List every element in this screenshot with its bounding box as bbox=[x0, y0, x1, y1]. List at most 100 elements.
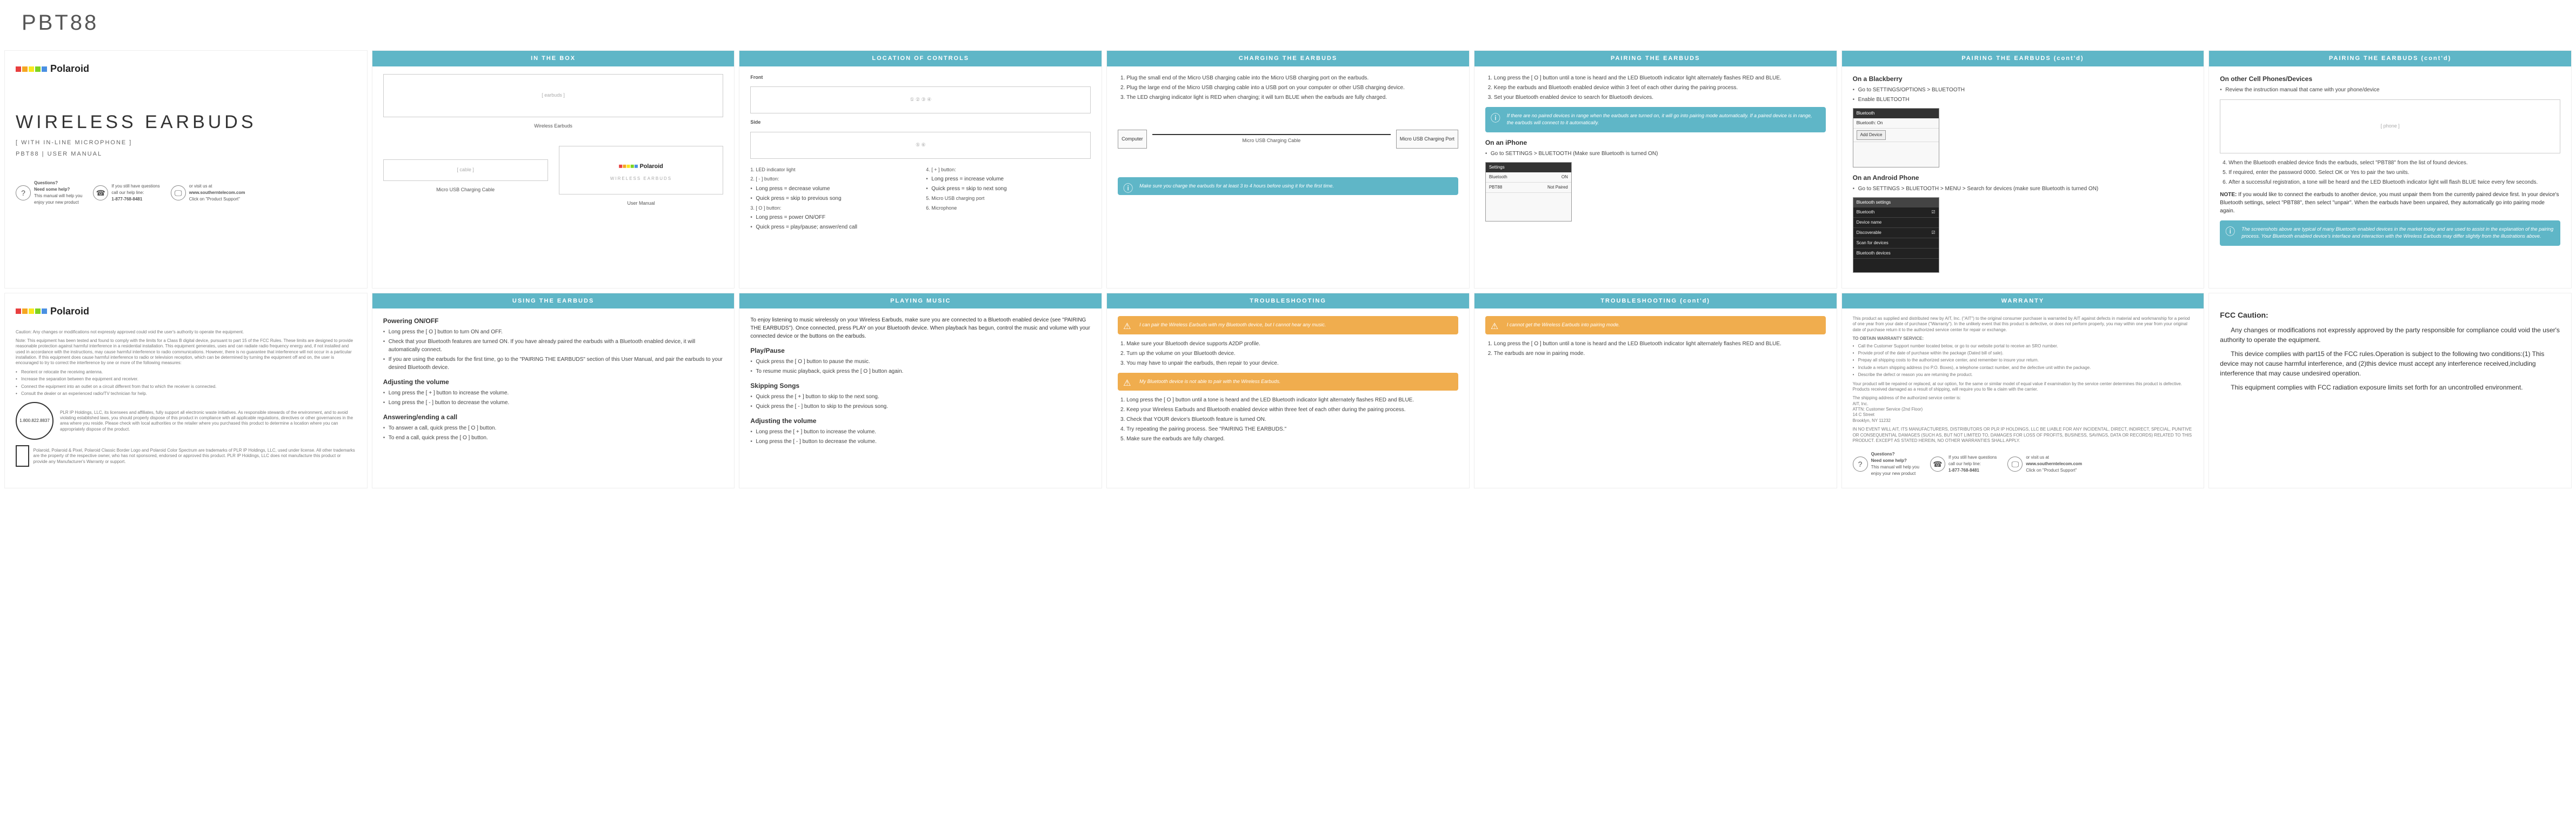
t3-s2: The earbuds are now in pairing mode. bbox=[1494, 350, 1826, 358]
question-icon: ? bbox=[16, 185, 31, 200]
earbuds-illustration: [ earbuds ] bbox=[383, 74, 724, 117]
call-i1: To answer a call, quick press the [ O ] … bbox=[383, 424, 724, 432]
header-playing: PLAYING MUSIC bbox=[739, 293, 1102, 309]
ctrl-6: 6. Microphone bbox=[926, 205, 1091, 212]
recycle-icon: 1.800.822.8837 bbox=[16, 402, 54, 440]
panel-fcc: FCC Caution: Any changes or modification… bbox=[2208, 293, 2572, 489]
fcc-title: FCC Caution: bbox=[2220, 310, 2560, 321]
help-line1: Need some help? bbox=[34, 186, 82, 193]
t2-s5: Make sure the earbuds are fully charged. bbox=[1126, 435, 1458, 443]
panel-charging: CHARGING THE EARBUDS Plug the small end … bbox=[1106, 50, 1470, 288]
charge-step-2: Plug the large end of the Micro USB char… bbox=[1126, 84, 1458, 92]
skip-i2: Quick press the [ - ] button to skip to … bbox=[750, 402, 1091, 411]
android-screenshot: Bluetooth settings Bluetooth☑ Device nam… bbox=[1853, 197, 1939, 273]
panel-trouble-2: TROUBLESHOOTING (cont'd) I cannot get th… bbox=[1474, 293, 1837, 489]
charge-step-3: The LED charging indicator light is RED … bbox=[1126, 93, 1458, 102]
polaroid-frame-icon bbox=[16, 445, 29, 467]
power-title: Powering ON/OFF bbox=[383, 316, 724, 326]
ctrl-3a: Long press = power ON/OFF bbox=[750, 213, 915, 222]
warranty-disclaim: IN NO EVENT WILL AIT, ITS MANUFACTURERS,… bbox=[1853, 427, 2193, 444]
charging-diagram: Computer Micro USB Charging Cable Micro … bbox=[1118, 107, 1458, 172]
brand-name: Polaroid bbox=[50, 62, 89, 76]
ctrl-1: 1. LED indicator light bbox=[750, 166, 915, 174]
help-block: ? Questions? Need some help? This manual… bbox=[16, 180, 82, 206]
pp-i1: Quick press the [ O ] button to pause th… bbox=[750, 358, 1091, 366]
header-pairing: PAIRING THE EARBUDS bbox=[1474, 51, 1837, 66]
other-title: On other Cell Phones/Devices bbox=[2220, 74, 2560, 84]
header-in-box: IN THE BOX bbox=[372, 51, 735, 66]
brand-name-2: Polaroid bbox=[50, 304, 89, 319]
android-r2: Device name bbox=[1857, 219, 1882, 226]
charge-step-1: Plug the small end of the Micro USB char… bbox=[1126, 74, 1458, 82]
model-line: PBT88 | USER MANUAL bbox=[16, 150, 356, 159]
vol-i1: Long press the [ + ] button to increase … bbox=[383, 389, 724, 397]
header-warranty: WARRANTY bbox=[1842, 293, 2204, 309]
iphone-ui-bt: Bluetooth bbox=[1489, 174, 1507, 180]
bb-screenshot: Bluetooth Bluetooth: On Add Device bbox=[1853, 108, 1939, 167]
trouble-w2: My Bluetooth device is not able to pair … bbox=[1118, 373, 1458, 391]
ctrl-4: 4. [ + ] button: bbox=[926, 166, 1091, 174]
bb-add-btn: Add Device bbox=[1857, 130, 1886, 140]
power-i2: Check that your Bluetooth features are t… bbox=[383, 338, 724, 354]
warranty-p2: Your product will be repaired or replace… bbox=[1853, 381, 2193, 393]
android-ui-title: Bluetooth settings bbox=[1853, 198, 1939, 207]
warranty-obtain-title: TO OBTAIN WARRANTY SERVICE: bbox=[1853, 336, 2193, 341]
help-line3: enjoy your new product bbox=[34, 199, 82, 206]
ctrl-2a: Long press = decrease volume bbox=[750, 185, 915, 193]
t1-s1: Make sure your Bluetooth device supports… bbox=[1126, 340, 1458, 348]
header-controls: LOCATION OF CONTROLS bbox=[739, 51, 1102, 66]
trouble-w1: I can pair the Wireless Earbuds with my … bbox=[1118, 316, 1458, 334]
label-front: Front bbox=[750, 74, 1091, 82]
pair3-s6: After a successful registration, a tone … bbox=[2228, 178, 2560, 186]
side-diagram: ⑤ ⑥ bbox=[750, 132, 1091, 159]
panel-trouble: TROUBLESHOOTING I can pair the Wireless … bbox=[1106, 293, 1470, 489]
header-pairing-3: PAIRING THE EARBUDS (cont'd) bbox=[2209, 51, 2571, 66]
call-i2: To end a call, quick press the [ O ] but… bbox=[383, 434, 724, 442]
phone-icon: ☎ bbox=[93, 185, 108, 200]
android-r1: Bluetooth bbox=[1857, 209, 1875, 216]
help-block-2: ? Questions? Need some help? This manual… bbox=[1853, 451, 1919, 477]
phone-line1: If you still have questions bbox=[111, 183, 159, 190]
manual-illustration: Polaroid WIRELESS EARBUDS bbox=[559, 146, 724, 194]
model-code: PBT88 bbox=[0, 0, 2576, 46]
t2-s2: Keep your Wireless Earbuds and Bluetooth… bbox=[1126, 406, 1458, 414]
web-line1: or visit us at bbox=[189, 183, 245, 190]
port-box: Micro USB Charging Port bbox=[1396, 130, 1458, 149]
panel-pairing: PAIRING THE EARBUDS Long press the [ O ]… bbox=[1474, 50, 1837, 288]
panel-warranty: WARRANTY This product as supplied and di… bbox=[1841, 293, 2205, 489]
panel-legal: Polaroid Caution: Any changes or modific… bbox=[4, 293, 368, 489]
pair3-s4: When the Bluetooth enabled device finds … bbox=[2228, 159, 2560, 167]
computer-box: Computer bbox=[1118, 130, 1147, 149]
fcc-p1: Any changes or modifications not express… bbox=[2220, 325, 2560, 345]
pair-step-1: Long press the [ O ] button until a tone… bbox=[1494, 74, 1826, 82]
phone-icon-2: ☎ bbox=[1930, 457, 1945, 472]
phone-number: 1-877-768-8481 bbox=[111, 196, 159, 203]
header-trouble: TROUBLESHOOTING bbox=[1107, 293, 1469, 309]
trademark-text: Polaroid, Polaroid & Pixel, Polaroid Cla… bbox=[34, 448, 356, 465]
iphone-ui-dev: PBT88 bbox=[1489, 184, 1502, 191]
bb-l1: Go to SETTINGS/OPTIONS > BLUETOOTH bbox=[1853, 86, 2193, 94]
panel-controls: LOCATION OF CONTROLS Front ① ② ③ ④ Side … bbox=[739, 50, 1102, 288]
screenshot-disclaimer: The screenshots above are typical of man… bbox=[2220, 220, 2560, 246]
item-cable: Micro USB Charging Cable bbox=[383, 186, 548, 194]
pair-step-3: Set your Bluetooth enabled device to sea… bbox=[1494, 93, 1826, 102]
panel-playing: PLAYING MUSIC To enjoy listening to musi… bbox=[739, 293, 1102, 489]
web-block-2: 🖵 or visit us at www.southerntelecom.com… bbox=[2007, 454, 2082, 474]
web-block: 🖵 or visit us at www.southerntelecom.com… bbox=[171, 183, 245, 203]
pair3-s5: If required, enter the password 0000. Se… bbox=[2228, 169, 2560, 177]
product-title: WIRELESS EARBUDS bbox=[16, 109, 356, 136]
pvol-i2: Long press the [ - ] button to decrease … bbox=[750, 438, 1091, 446]
panel-in-box: IN THE BOX [ earbuds ] Wireless Earbuds … bbox=[372, 50, 735, 288]
help-heading: Questions? bbox=[34, 180, 82, 186]
header-charging: CHARGING THE EARBUDS bbox=[1107, 51, 1469, 66]
cable-illustration: [ cable ] bbox=[383, 159, 548, 181]
computer-icon-2: 🖵 bbox=[2007, 457, 2023, 472]
plrip-text: PLR IP Holdings, LLC, its licensees and … bbox=[60, 410, 356, 433]
t3-s1: Long press the [ O ] button until a tone… bbox=[1494, 340, 1826, 348]
warranty-p1: This product as supplied and distributed… bbox=[1853, 316, 2193, 333]
other-line: Review the instruction manual that came … bbox=[2220, 86, 2560, 94]
addr-2: ATTN: Customer Service (2nd Floor) bbox=[1853, 407, 2193, 412]
skip-title: Skipping Songs bbox=[750, 381, 1091, 391]
vol-i2: Long press the [ - ] button to decrease … bbox=[383, 399, 724, 407]
playing-intro: To enjoy listening to music wirelessly o… bbox=[750, 316, 1091, 340]
